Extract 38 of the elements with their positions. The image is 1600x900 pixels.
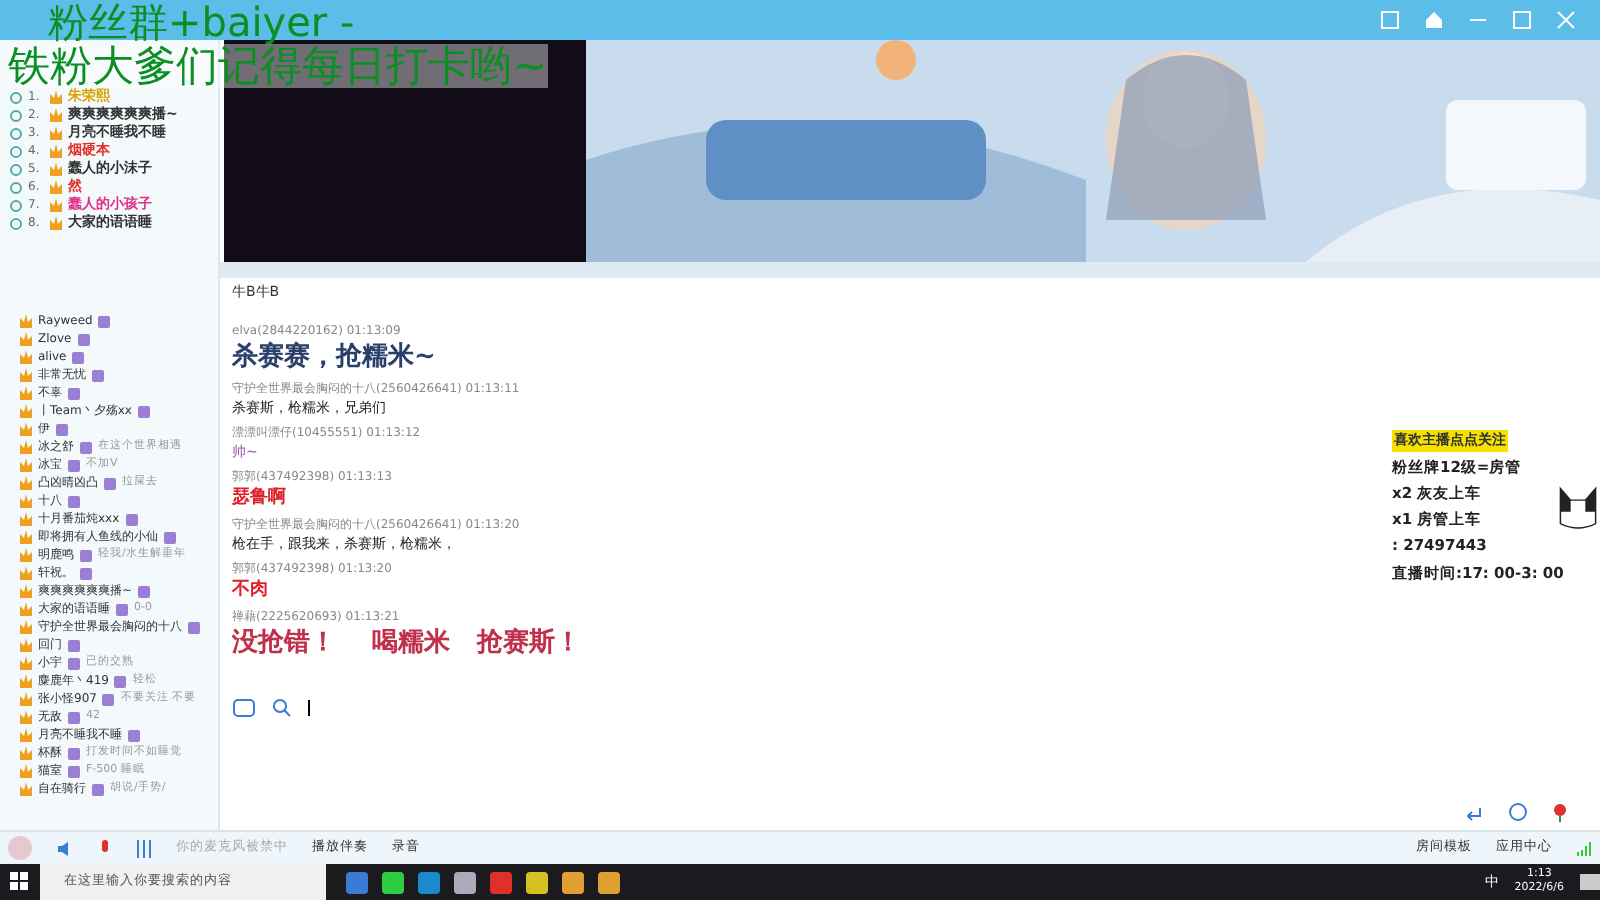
app-icon bbox=[562, 871, 584, 893]
badge-icon bbox=[125, 513, 138, 525]
signal-icon bbox=[1576, 841, 1592, 855]
badge-icon bbox=[128, 729, 140, 741]
microphone-icon bbox=[98, 839, 112, 857]
badge-icon bbox=[104, 477, 116, 489]
app-icon bbox=[490, 871, 512, 893]
overlay-caption: 粉丝群+baiyer - bbox=[46, 0, 355, 44]
app-icon bbox=[598, 871, 620, 893]
badge-icon bbox=[137, 405, 150, 417]
dog-drawing bbox=[1556, 482, 1600, 530]
badge-icon bbox=[68, 495, 80, 507]
badge-icon bbox=[188, 621, 200, 633]
emoji-icon[interactable] bbox=[232, 698, 256, 718]
search-icon[interactable] bbox=[272, 698, 292, 718]
chat-message: 不肉 bbox=[232, 577, 268, 601]
app-icon bbox=[346, 871, 368, 893]
app-icon bbox=[526, 871, 548, 893]
avatar-icon bbox=[8, 836, 32, 860]
badge-icon bbox=[164, 531, 176, 543]
home-icon[interactable] bbox=[1424, 10, 1444, 30]
flower-icon[interactable] bbox=[1552, 802, 1568, 822]
send-icon[interactable] bbox=[1464, 806, 1484, 822]
app-icon bbox=[454, 871, 476, 893]
text-cursor bbox=[308, 700, 310, 716]
badge-icon bbox=[68, 711, 80, 723]
equalizer-icon bbox=[136, 839, 152, 857]
notification-icon bbox=[1580, 873, 1600, 891]
app-icon bbox=[382, 871, 404, 893]
speaker-icon bbox=[56, 839, 74, 857]
chat-bubble-icon[interactable] bbox=[1508, 802, 1528, 822]
chat-message: 没抢错！ 喝糯米 抢赛斯！ bbox=[232, 625, 582, 659]
window-icon[interactable] bbox=[1380, 10, 1400, 30]
chat-message: 瑟鲁啊 bbox=[232, 485, 286, 509]
chat-message: 杀赛赛，抢糯米~ bbox=[232, 339, 436, 373]
maximize-icon[interactable] bbox=[1512, 10, 1532, 30]
close-icon[interactable] bbox=[1556, 10, 1576, 30]
app-icon bbox=[418, 871, 440, 893]
